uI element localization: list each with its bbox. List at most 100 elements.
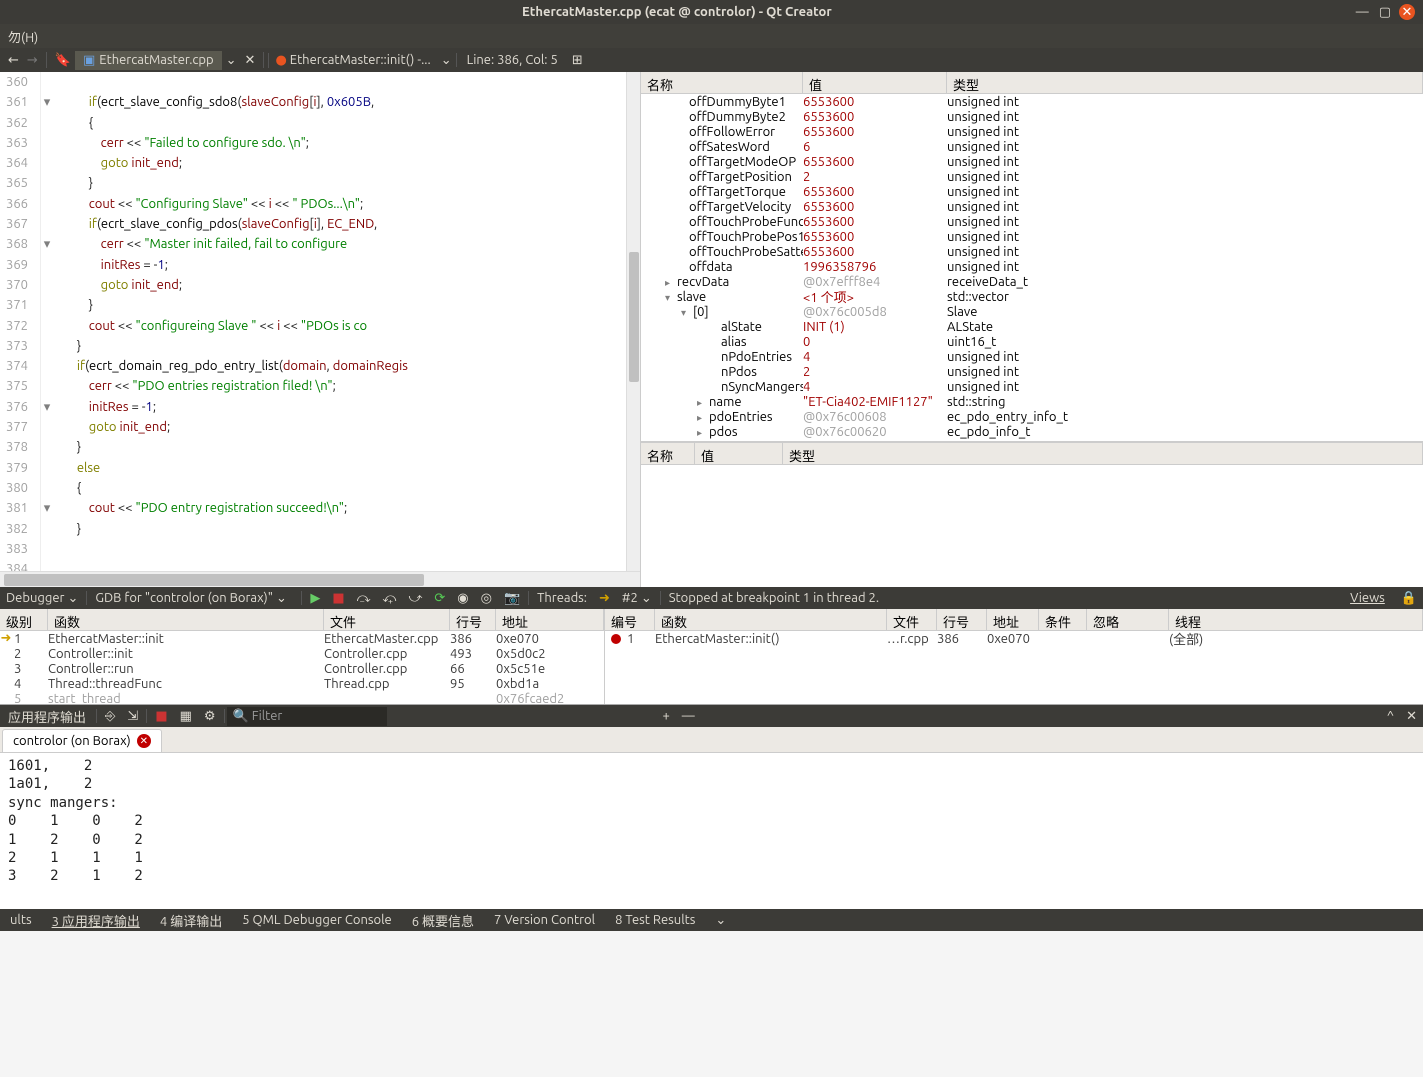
- menu-help[interactable]: 勿(H): [4, 27, 42, 46]
- output-stop-icon[interactable]: ■: [149, 709, 173, 724]
- local-row[interactable]: ▸pdos @0x76c00620 ec_pdo_info_t: [641, 424, 1423, 439]
- stack-col-file[interactable]: 文件: [324, 609, 450, 630]
- local-row[interactable]: alState INIT (1) ALState: [641, 319, 1423, 334]
- output-collapse-button[interactable]: ^: [1381, 709, 1400, 723]
- local-row[interactable]: offDummyByte1 6553600 unsigned int: [641, 94, 1423, 109]
- lock-views-icon[interactable]: 🔒: [1395, 591, 1423, 606]
- step-over-button[interactable]: ⤼: [351, 591, 377, 606]
- file-tab[interactable]: ▣ EthercatMaster.cpp: [75, 51, 222, 70]
- local-row[interactable]: ▸name "ET-Cia402-EMIF1127" std::string: [641, 394, 1423, 409]
- local-row[interactable]: offdata 1996358796 unsigned int: [641, 259, 1423, 274]
- file-tab-dropdown[interactable]: ⌄: [222, 53, 241, 68]
- output-text[interactable]: 1601, 2 1a01, 2 sync mangers: 0 1 0 2 1 …: [0, 753, 1423, 909]
- local-row[interactable]: offFollowError 6553600 unsigned int: [641, 124, 1423, 139]
- output-close-button[interactable]: ✕: [1400, 709, 1423, 724]
- code-editor[interactable]: 3603613623633643653663673683693703713723…: [0, 72, 640, 587]
- bp-col-ign[interactable]: 忽略: [1087, 609, 1169, 630]
- stop-button[interactable]: ■: [326, 591, 350, 606]
- debug-target[interactable]: GDB for "controlor (on Borax)" ⌄: [89, 591, 299, 606]
- bp-col-func[interactable]: 函数: [655, 609, 887, 630]
- local-row[interactable]: offDummyByte2 6553600 unsigned int: [641, 109, 1423, 124]
- abort-button[interactable]: ◉: [451, 591, 474, 606]
- bp-col-addr[interactable]: 地址: [987, 609, 1039, 630]
- local-row[interactable]: alias 0 uint16_t: [641, 334, 1423, 349]
- code-body[interactable]: if(ecrt_slave_config_sdo8(slaveConfig[i]…: [53, 72, 626, 571]
- bp-row[interactable]: 1 EthercatMaster::init() …r.cpp 386 0xe0…: [605, 631, 1423, 646]
- output-run-icon[interactable]: ⎆: [99, 709, 121, 724]
- stack-body[interactable]: ➜ 1 EthercatMaster::init EthercatMaster.…: [0, 631, 604, 704]
- bp-col-num[interactable]: 编号: [605, 609, 655, 630]
- output-scroll-icon[interactable]: ⇲: [121, 709, 144, 724]
- local-row[interactable]: ▾[0] @0x76c005d8 Slave: [641, 304, 1423, 319]
- close-button[interactable]: ✕: [1399, 4, 1415, 20]
- file-tab-close[interactable]: ✕: [241, 53, 260, 68]
- local-row[interactable]: ▸pdoEntries @0x76c00608 ec_pdo_entry_inf…: [641, 409, 1423, 424]
- stack-header[interactable]: 级别 函数 文件 行号 地址: [0, 609, 604, 631]
- bottom-tab[interactable]: 7 Version Control: [484, 913, 605, 927]
- local-row[interactable]: offSatesWord 6 unsigned int: [641, 139, 1423, 154]
- line-col-indicator[interactable]: Line: 386, Col: 5: [456, 53, 568, 67]
- step-into-button[interactable]: ⤽: [377, 591, 403, 606]
- stack-row[interactable]: 2 Controller::init Controller.cpp 493 0x…: [0, 646, 604, 661]
- local-row[interactable]: nSyncMangers 4 unsigned int: [641, 379, 1423, 394]
- nav-back-button[interactable]: ←: [4, 53, 23, 68]
- step-out-button[interactable]: ⤻: [402, 591, 428, 606]
- local-row[interactable]: offTargetModeOP 6553600 unsigned int: [641, 154, 1423, 169]
- local-row[interactable]: offTargetPosition 2 unsigned int: [641, 169, 1423, 184]
- bottom-tab[interactable]: 8 Test Results: [605, 913, 705, 927]
- bookmark-icon[interactable]: 🔖: [51, 53, 75, 68]
- editor-hscrollbar[interactable]: [0, 571, 640, 587]
- local-row[interactable]: ▾slave <1 个项> std::vector: [641, 289, 1423, 304]
- bottom-dropdown[interactable]: ⌄: [705, 913, 736, 928]
- fold-column[interactable]: ▾ ▾ ▾ ▾: [41, 72, 53, 571]
- split-button[interactable]: ⊞: [568, 53, 587, 68]
- bottom-tab[interactable]: 6 概要信息: [402, 911, 484, 930]
- restart-button[interactable]: ⟳: [428, 591, 451, 606]
- line-number-gutter[interactable]: 3603613623633643653663673683693703713723…: [0, 72, 41, 571]
- process-tab-close[interactable]: ✕: [137, 734, 151, 748]
- watch-col-type[interactable]: 类型: [783, 443, 1423, 464]
- breadcrumb-dropdown[interactable]: ⌄: [437, 53, 456, 68]
- output-filter-input[interactable]: 🔍 Filter: [227, 707, 387, 726]
- locals-body[interactable]: offDummyByte1 6553600 unsigned int offDu…: [641, 94, 1423, 441]
- bottom-tab[interactable]: 5 QML Debugger Console: [232, 913, 402, 927]
- views-link[interactable]: Views: [1340, 591, 1395, 605]
- watch-col-name[interactable]: 名称: [641, 443, 695, 464]
- local-row[interactable]: offTargetTorque 6553600 unsigned int: [641, 184, 1423, 199]
- nav-fwd-button[interactable]: →: [23, 53, 42, 68]
- stack-row[interactable]: 4 Thread::threadFunc Thread.cpp 95 0xbd1…: [0, 676, 604, 691]
- locals-header[interactable]: 名称 值 类型: [641, 72, 1423, 94]
- bottom-tab[interactable]: ults: [0, 913, 42, 927]
- snapshot-button[interactable]: 📷: [498, 591, 526, 606]
- bp-col-file[interactable]: 文件: [887, 609, 937, 630]
- symbol-breadcrumb[interactable]: ● EthercatMaster::init() -...: [268, 53, 436, 68]
- local-row[interactable]: offTouchProbeSatte 6553600 unsigned int: [641, 244, 1423, 259]
- bp-col-thr[interactable]: 线程: [1169, 609, 1423, 630]
- watch-header[interactable]: 名称 值 类型: [641, 443, 1423, 465]
- stack-row[interactable]: 5 start_thread 0x76fcaed2: [0, 691, 604, 704]
- stack-col-level[interactable]: 级别: [0, 609, 48, 630]
- bp-header[interactable]: 编号 函数 文件 行号 地址 条件 忽略 线程: [605, 609, 1423, 631]
- bottom-tab[interactable]: 3 应用程序输出: [42, 911, 150, 930]
- local-row[interactable]: nPdos 2 unsigned int: [641, 364, 1423, 379]
- watch-col-value[interactable]: 值: [695, 443, 783, 464]
- process-tab[interactable]: controlor (on Borax) ✕: [2, 729, 162, 752]
- bp-col-line[interactable]: 行号: [937, 609, 987, 630]
- thread-selector[interactable]: #2 ⌄: [616, 591, 658, 606]
- stack-col-func[interactable]: 函数: [48, 609, 324, 630]
- stack-col-addr[interactable]: 地址: [496, 609, 604, 630]
- editor-vscrollbar[interactable]: [626, 72, 640, 571]
- local-row[interactable]: nPdoEntries 4 unsigned int: [641, 349, 1423, 364]
- stack-row[interactable]: 3 Controller::run Controller.cpp 66 0x5c…: [0, 661, 604, 676]
- local-row[interactable]: ▸recvData @0x7efff8e4 receiveData_t: [641, 274, 1423, 289]
- output-clear-icon[interactable]: ▦: [174, 709, 198, 724]
- locals-col-type[interactable]: 类型: [947, 72, 1423, 93]
- debugger-label[interactable]: Debugger ⌄: [0, 591, 84, 606]
- maximize-button[interactable]: ▢: [1379, 5, 1391, 20]
- output-add-button[interactable]: +: [656, 709, 675, 723]
- local-row[interactable]: offTouchProbeFunc 6553600 unsigned int: [641, 214, 1423, 229]
- continue-button[interactable]: ▶: [304, 591, 326, 606]
- locals-col-name[interactable]: 名称: [641, 72, 803, 93]
- bp-body[interactable]: 1 EthercatMaster::init() …r.cpp 386 0xe0…: [605, 631, 1423, 704]
- minimize-button[interactable]: —: [1356, 5, 1369, 19]
